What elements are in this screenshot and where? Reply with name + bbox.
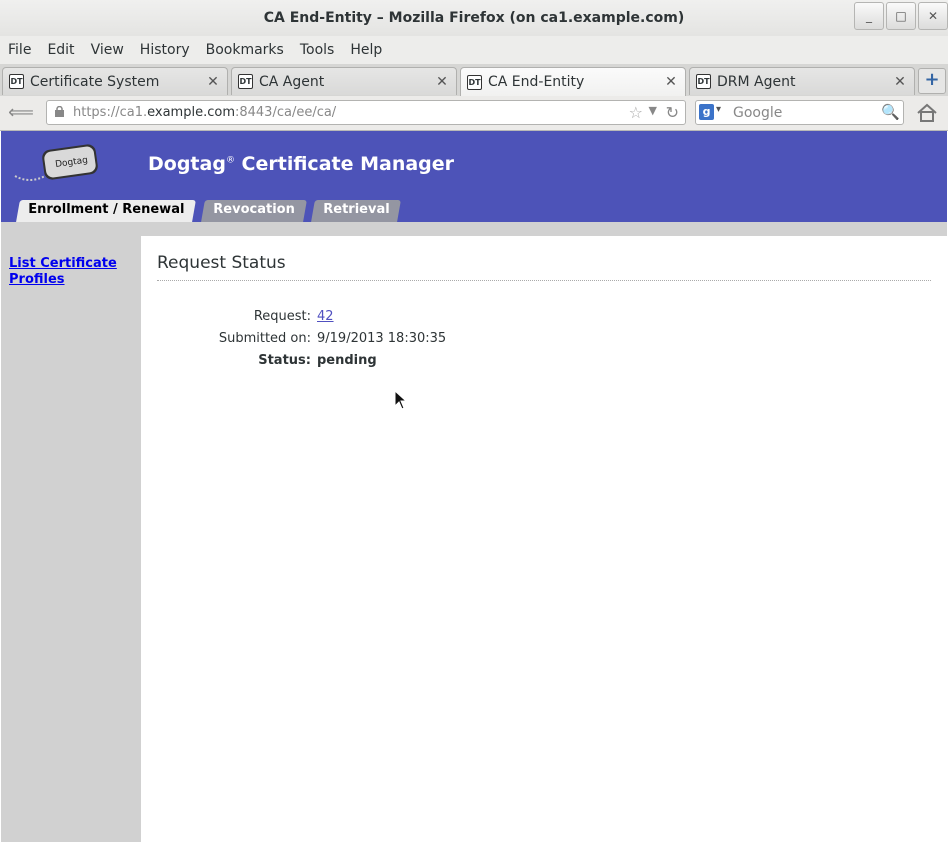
- maximize-icon: □: [895, 9, 907, 23]
- list-certificate-profiles-link[interactable]: List Certificate Profiles: [9, 256, 129, 288]
- home-icon[interactable]: [915, 101, 939, 125]
- tab-drm-agent[interactable]: DT DRM Agent ✕: [689, 67, 915, 95]
- tab-ca-agent[interactable]: DT CA Agent ✕: [231, 67, 457, 95]
- menu-bookmarks[interactable]: Bookmarks: [198, 42, 292, 58]
- mouse-pointer-icon: [394, 390, 406, 410]
- new-tab-button[interactable]: +: [918, 68, 946, 94]
- divider-strip: [1, 222, 947, 236]
- tab-retrieval[interactable]: Retrieval: [311, 200, 402, 222]
- minimize-button[interactable]: _: [854, 2, 884, 30]
- dogtag-favicon-icon: DT: [467, 74, 482, 90]
- tab-close-icon[interactable]: ✕: [892, 74, 908, 90]
- request-label: Request:: [253, 309, 311, 324]
- close-icon: ✕: [927, 9, 939, 23]
- page-title: Request Status: [157, 253, 286, 273]
- sidebar: List Certificate Profiles: [1, 236, 141, 842]
- navigation-bar: ⟸ https://ca1.example.com:8443/ca/ee/ca/…: [0, 96, 948, 131]
- dogtag-favicon-icon: DT: [238, 74, 253, 89]
- bookmark-star-icon[interactable]: ☆: [629, 103, 643, 122]
- window-titlebar: CA End-Entity – Mozilla Firefox (on ca1.…: [0, 0, 948, 36]
- tab-certificate-system[interactable]: DT Certificate System ✕: [2, 67, 228, 95]
- tab-close-icon[interactable]: ✕: [205, 74, 221, 90]
- menu-view[interactable]: View: [83, 42, 132, 58]
- status-value: pending: [317, 353, 377, 368]
- minimize-icon: _: [866, 9, 872, 23]
- status-label: Status:: [258, 353, 311, 368]
- tab-ca-end-entity[interactable]: DT CA End-Entity ✕: [460, 67, 686, 96]
- window-controls: _ □ ✕: [852, 2, 948, 30]
- engine-dropdown-icon[interactable]: ▾: [716, 104, 721, 115]
- main-content: Request Status Request: 42 Submitted on:…: [141, 236, 947, 842]
- tab-revocation[interactable]: Revocation: [201, 200, 307, 222]
- menubar: File Edit View History Bookmarks Tools H…: [0, 36, 948, 64]
- dogtag-favicon-icon: DT: [696, 74, 711, 89]
- tab-label: CA End-Entity: [488, 74, 585, 90]
- back-button[interactable]: ⟸: [7, 102, 35, 124]
- maximize-button[interactable]: □: [886, 2, 916, 30]
- tab-close-icon[interactable]: ✕: [663, 74, 679, 90]
- close-window-button[interactable]: ✕: [918, 2, 948, 30]
- web-page: Dogtag Dogtag® Certificate Manager Enrol…: [1, 131, 947, 842]
- dogtag-logo-icon: Dogtag: [14, 144, 98, 181]
- menu-help[interactable]: Help: [342, 42, 390, 58]
- url-bar[interactable]: https://ca1.example.com:8443/ca/ee/ca/ ☆…: [46, 100, 686, 125]
- search-placeholder: Google: [733, 105, 783, 121]
- menu-tools[interactable]: Tools: [292, 42, 343, 58]
- dogtag-favicon-icon: DT: [9, 74, 24, 89]
- google-engine-icon[interactable]: g: [699, 104, 714, 120]
- header-banner: Dogtag Dogtag® Certificate Manager Enrol…: [1, 131, 947, 222]
- submitted-label: Submitted on:: [218, 331, 311, 346]
- lock-icon: [55, 106, 64, 117]
- tab-enrollment-renewal[interactable]: Enrollment / Renewal: [16, 200, 197, 222]
- tab-label: Certificate System: [30, 73, 160, 90]
- tab-close-icon[interactable]: ✕: [434, 74, 450, 90]
- back-arrow-icon: ⟸: [8, 102, 34, 123]
- url-dropdown-icon[interactable]: ▼: [649, 104, 657, 117]
- tab-label: CA Agent: [259, 73, 325, 90]
- window-title: CA End-Entity – Mozilla Firefox (on ca1.…: [263, 10, 685, 26]
- plus-icon: +: [924, 69, 940, 90]
- menu-history[interactable]: History: [132, 42, 198, 58]
- url-text: https://ca1.example.com:8443/ca/ee/ca/: [73, 105, 337, 120]
- request-id-link[interactable]: 42: [317, 309, 334, 324]
- menu-file[interactable]: File: [0, 42, 39, 58]
- submitted-value: 9/19/2013 18:30:35: [317, 331, 447, 346]
- tab-label: DRM Agent: [717, 73, 796, 90]
- menu-edit[interactable]: Edit: [39, 42, 82, 58]
- reload-icon[interactable]: ↻: [666, 103, 679, 122]
- search-bar[interactable]: g ▾ Google 🔍: [695, 100, 904, 125]
- search-icon[interactable]: 🔍: [881, 103, 900, 121]
- heading-divider: [157, 280, 931, 281]
- tab-bar: DT Certificate System ✕ DT CA Agent ✕ DT…: [0, 64, 948, 97]
- brand-title: Dogtag® Certificate Manager: [148, 153, 455, 175]
